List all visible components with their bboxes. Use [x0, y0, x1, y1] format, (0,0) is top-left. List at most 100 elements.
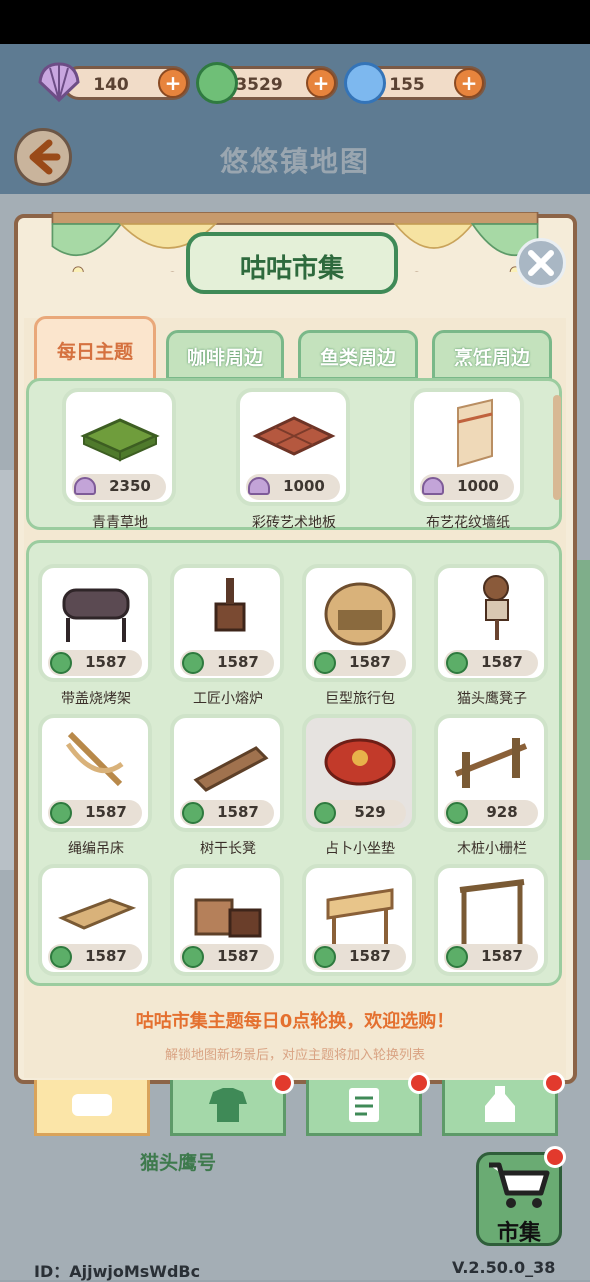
- price: 1587: [349, 947, 391, 965]
- price-tag: 928: [444, 800, 538, 826]
- gate-image: [459, 879, 525, 944]
- price: 1000: [457, 477, 499, 495]
- add-spiral-button[interactable]: +: [454, 68, 484, 98]
- price: 1587: [349, 653, 391, 671]
- forge-image: [214, 578, 246, 632]
- item-card[interactable]: 1587: [434, 864, 548, 976]
- bottle-icon: [485, 1086, 515, 1122]
- price: 1587: [217, 653, 259, 671]
- price-tag: 1587: [48, 944, 142, 970]
- clover-icon: [196, 62, 238, 104]
- shell-icon: [74, 477, 96, 495]
- player-id: ID：AjjwjoMsWdBc: [34, 1262, 201, 1281]
- bottom-tab-potion[interactable]: [442, 1080, 558, 1136]
- clover-icon: [182, 652, 204, 674]
- tab-daily-theme[interactable]: 每日主题: [34, 316, 156, 382]
- price-tag: 1587: [48, 800, 142, 826]
- tab-coffee[interactable]: 咖啡周边: [166, 330, 284, 380]
- price: 1587: [85, 653, 127, 671]
- shell-icon: [422, 477, 444, 495]
- clover-icon: [446, 652, 468, 674]
- price: 1587: [481, 653, 523, 671]
- item-card[interactable]: 1587: [302, 864, 416, 976]
- hammock-image: [65, 731, 124, 787]
- note-icon: [349, 1088, 379, 1122]
- price-tag: 1000: [246, 474, 340, 500]
- canopy-image: [326, 888, 394, 946]
- item-card[interactable]: 1587: [170, 864, 284, 976]
- clover-icon: [314, 946, 336, 968]
- grass-tile-image: [80, 418, 160, 462]
- tab-cooking[interactable]: 烹饪周边: [432, 330, 552, 380]
- price-tag: 1000: [420, 474, 514, 500]
- bottom-tab-notes[interactable]: [306, 1080, 422, 1136]
- notification-dot: [408, 1072, 430, 1094]
- item-card[interactable]: 928: [434, 714, 548, 832]
- item-card[interactable]: 1587: [170, 564, 284, 682]
- item-name: 木桩小栅栏: [457, 841, 527, 857]
- item-card[interactable]: 1587: [38, 564, 152, 682]
- grill-image: [62, 588, 130, 642]
- price-tag: 1587: [180, 650, 274, 676]
- tab-label: 每日主题: [56, 341, 133, 363]
- price: 529: [354, 803, 386, 821]
- featured-card[interactable]: 1000: [236, 388, 350, 506]
- price-tag: 1587: [180, 800, 274, 826]
- tab-fish[interactable]: 鱼类周边: [298, 330, 418, 380]
- item-name: 绳编吊床: [68, 841, 124, 857]
- unlock-hint: 解锁地图新场景后，对应主题将加入轮换列表: [164, 1048, 425, 1063]
- item-name: 布艺花纹墙纸: [426, 515, 510, 531]
- close-button[interactable]: [516, 238, 566, 288]
- notification-dot: [543, 1072, 565, 1094]
- item-card[interactable]: 1587: [434, 564, 548, 682]
- item-card[interactable]: 1587: [38, 714, 152, 832]
- status-bar: [0, 0, 590, 44]
- item-card[interactable]: 529: [302, 714, 416, 832]
- notification-dot: [544, 1146, 566, 1168]
- shirt-icon: [209, 1088, 247, 1122]
- item-card[interactable]: 1587: [170, 714, 284, 832]
- notification-dot: [272, 1072, 294, 1094]
- clover-icon: [50, 802, 72, 824]
- sofa-icon: [72, 1094, 112, 1116]
- clover-icon: [446, 946, 468, 968]
- price: 1587: [85, 803, 127, 821]
- price-tag: 1587: [312, 944, 406, 970]
- clover-icon: [182, 802, 204, 824]
- counter-image: [58, 898, 137, 930]
- tile-floor-image: [252, 416, 336, 456]
- bottom-tab-furniture[interactable]: [34, 1080, 150, 1136]
- item-name: 彩砖艺术地板: [252, 515, 336, 531]
- item-name: 巨型旅行包: [325, 691, 395, 707]
- map-location-label: 猫头鹰号: [140, 1152, 217, 1174]
- scrollbar[interactable]: [553, 395, 561, 500]
- price-tag: 1587: [312, 650, 406, 676]
- clover-icon: [182, 946, 204, 968]
- market-label: 市集: [496, 1221, 541, 1246]
- add-clover-button[interactable]: +: [306, 68, 336, 98]
- bottom-tab-clothes[interactable]: [170, 1080, 286, 1136]
- item-card[interactable]: 1587: [302, 564, 416, 682]
- add-shell-button[interactable]: +: [158, 68, 188, 98]
- close-icon: [528, 250, 554, 276]
- price-tag: 1587: [444, 944, 538, 970]
- item-card[interactable]: 1587: [38, 864, 152, 976]
- clover-icon: [50, 652, 72, 674]
- price-tag: 529: [312, 800, 406, 826]
- tab-label: 咖啡周边: [186, 347, 263, 369]
- item-name: 带盖烧烤架: [61, 691, 131, 707]
- version-label: V.2.50.0_38: [452, 1258, 556, 1277]
- cushion-image: [324, 738, 396, 786]
- log-bench-image: [193, 746, 269, 792]
- price-tag: 1587: [444, 650, 538, 676]
- backpack-image: [324, 582, 396, 646]
- clover-icon: [314, 652, 336, 674]
- crates-image: [194, 898, 262, 938]
- rotation-notice: 咕咕市集主题每日0点轮换，欢迎选购！: [135, 1011, 455, 1032]
- tab-label: 鱼类周边: [319, 347, 396, 369]
- price: 1587: [85, 947, 127, 965]
- tab-label: 烹饪周边: [453, 347, 530, 369]
- clover-icon: [50, 946, 72, 968]
- featured-card[interactable]: 1000: [410, 388, 524, 506]
- featured-card[interactable]: 2350: [62, 388, 176, 506]
